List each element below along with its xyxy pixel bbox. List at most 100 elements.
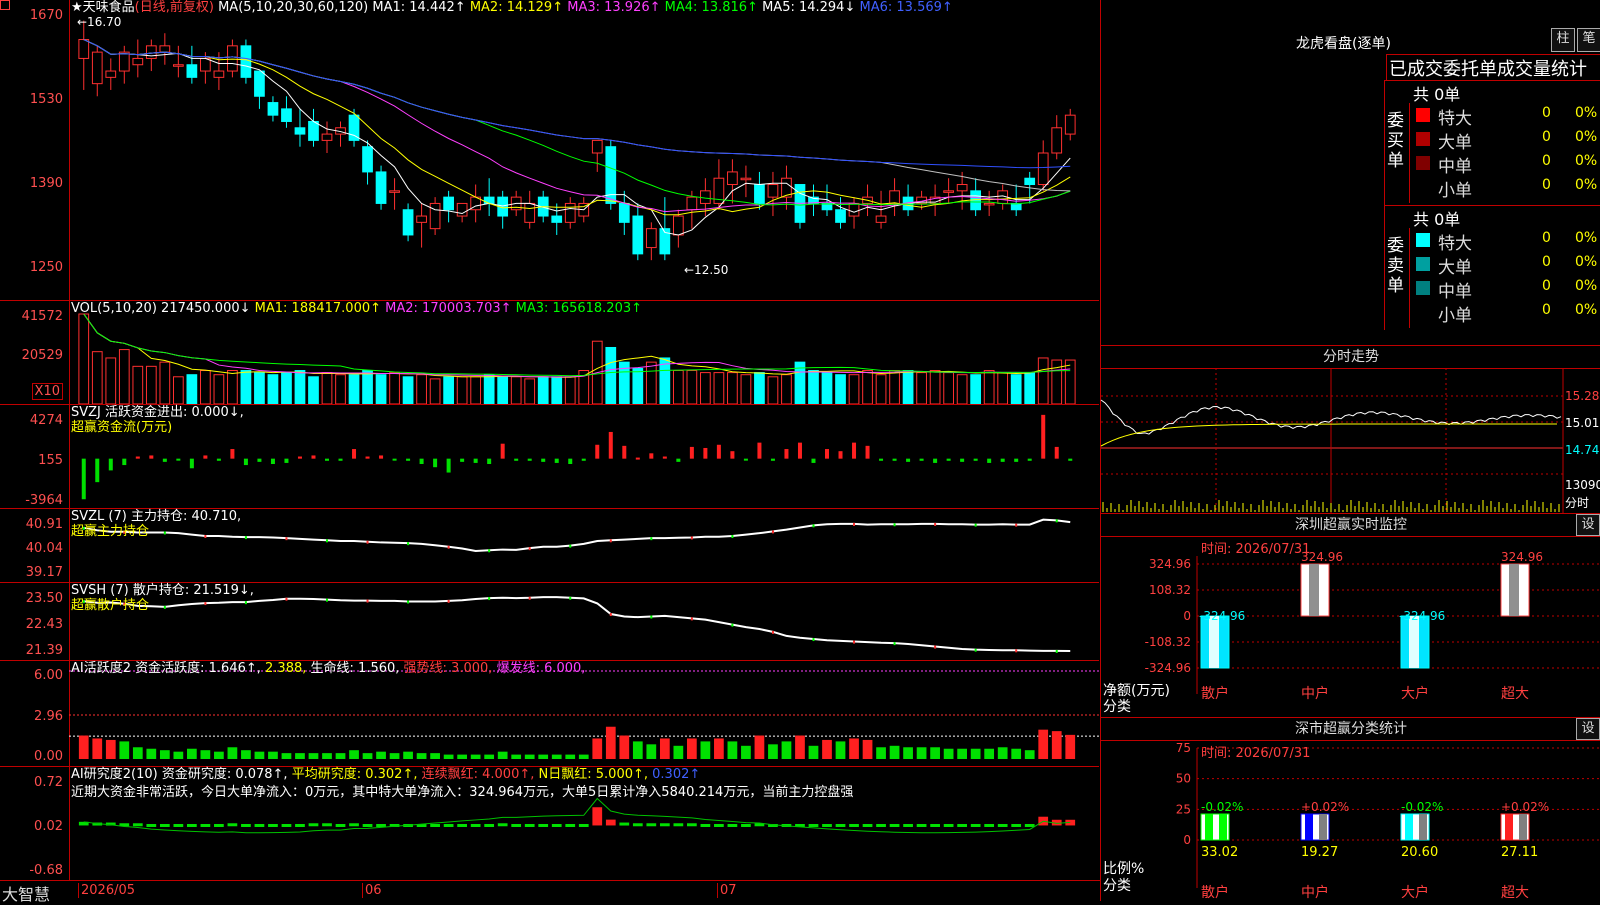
flow-bar [892,458,897,461]
research-bar [943,824,954,827]
consecutive-red-value: 连续飘红: 4.000↑, [421,767,535,782]
retail-title: SVSH (7) 散户持仓: 21.519↓, [71,583,254,598]
holding-point [609,539,612,543]
volume-bar [970,374,982,405]
volume-bar [835,374,846,405]
ma1-value: MA1: 14.442↑ [372,0,466,15]
flow-bar [325,458,329,461]
monitor-tick: 0 [1183,609,1191,623]
activity-bar [173,751,184,759]
activity-bar [714,738,724,759]
flow-bar [784,449,789,459]
activity-bar [281,753,292,759]
volume-bar [267,374,279,405]
research-bar [551,824,562,827]
flow-bar [743,458,748,461]
volume-bar [551,376,563,405]
research-bar [200,824,211,827]
volume-ma-line [83,313,1071,378]
research-bar [619,822,630,826]
flow-bar [1068,458,1073,461]
n-day-red-value: N日飘红: 5.000↑, [538,767,649,782]
classify-tick: 25 [1176,802,1191,816]
activity-bar [741,745,751,759]
monitor-value: 324.96 [1501,550,1543,564]
date-bar: 大智慧 2026/05 06 07 [0,880,1100,904]
volume-bar [875,374,887,405]
holding-point [853,522,856,526]
activity-bar [362,753,373,759]
flow-bar [460,458,465,462]
activity-title: AI活跃度2 资金活跃度: 1.646↑, 2.388, 生命线: 1.560,… [71,661,585,677]
research-bar [173,824,184,827]
color-swatch [1416,180,1430,194]
research-pane: AI研究度2(10) 资金研究度: 0.078↑, 平均研究度: 0.302↑,… [69,766,1099,881]
activity-bar [349,750,359,759]
activity-bar [903,747,913,759]
activity-bar [659,738,670,759]
volume-bar [497,376,509,405]
vol-ma2: MA2: 170003.703↑ [385,301,512,316]
date-label: 06 [362,883,382,898]
volume-bar [335,374,346,405]
activity-bar [916,747,927,759]
column-view-button[interactable]: 柱 [1551,28,1575,52]
volume-bar [213,374,225,405]
tick-view-button[interactable]: 笔 [1577,28,1600,52]
candle-body [132,57,144,66]
research-bar [916,824,927,827]
vol-tick: 20529 [21,348,63,363]
volume-bar [321,372,333,405]
candle-body [213,70,225,78]
volume-pane: VOL(5,10,20) 217450.000↓ MA1: 188417.000… [69,300,1099,405]
flow-bar [311,455,316,459]
volume-bar [564,376,576,405]
activity-bar [849,738,859,759]
flow-bar [933,458,938,463]
activity-bar [511,754,522,759]
flow-bar [473,458,478,463]
candle-body [321,133,333,141]
color-swatch [1416,233,1430,247]
intraday-tick: 14.74 [1565,443,1600,457]
volume-bar [402,376,414,405]
intraday-vol-tick: 13090 [1565,478,1600,492]
research-bar [741,824,751,827]
research-bar [335,824,346,827]
classify-tick: 50 [1176,772,1191,786]
vol-ma1: MA1: 188417.000↑ [254,301,382,316]
candle-body [389,190,400,193]
activity-bar [159,750,170,759]
activity-bar [132,747,143,759]
color-swatch [1416,305,1430,319]
holding-point [771,630,774,634]
research-bar [254,824,265,827]
research-bar [997,824,1008,827]
sell-rows: 特大 0 0% 大单 0 0% 中单 0 0% 小单 0 0% [1409,228,1600,328]
activity-bar [200,750,211,759]
holding-point [488,597,491,601]
monitor-tick: -324.96 [1145,661,1191,675]
volume-bar [713,372,725,405]
order-label: 中单 [1438,157,1472,177]
flow-bar [919,458,924,461]
activity-bar [389,753,400,759]
flow-bar [257,458,262,462]
candle-body [835,209,846,223]
candle-body [943,190,954,193]
volume-bar [781,374,792,405]
activity-axis: 6.00 2.96 0.00 [0,660,70,767]
holding-point [285,537,288,541]
candle-body [402,209,414,236]
volume-bar [159,361,171,405]
flow-bar [243,458,248,466]
candle-body [483,196,495,204]
date-label: 07 [717,883,737,898]
candle-body [1051,127,1063,154]
order-row: 大单 0 0% [1410,252,1600,278]
activity-pane: AI活跃度2 资金活跃度: 1.646↑, 2.388, 生命线: 1.560,… [69,660,1099,767]
intraday-tick: 15.01 [1565,416,1600,430]
order-row: 中单 0 0% [1410,151,1600,177]
holding-point [893,642,896,646]
research-bar [673,823,684,827]
